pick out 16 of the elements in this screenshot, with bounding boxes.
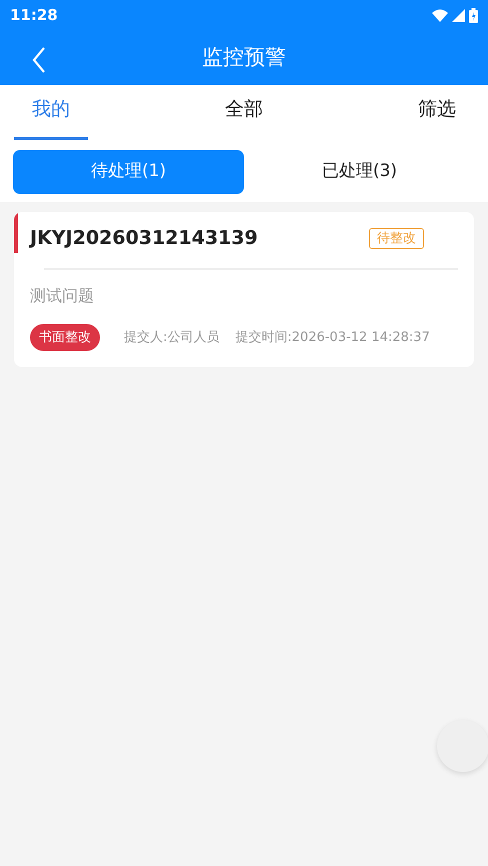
submitter-text: 提交人:公司人员 — [124, 328, 220, 346]
filter-tab[interactable]: 已处理(3) — [244, 150, 475, 194]
tab[interactable]: 全部 — [207, 84, 281, 140]
signal-icon — [452, 8, 465, 22]
submit-time: 提交时间:2026-03-12 14:28:37 — [235, 328, 430, 346]
clock: 11:28 — [10, 4, 58, 26]
filter-tab[interactable]: 待处理(1) — [13, 150, 244, 194]
item-code: JKYJ20260312143139 — [30, 226, 258, 251]
type-tag: 书面整改 — [30, 324, 100, 351]
item-card[interactable]: JKYJ20260312143139 待整改 测试问题 书面整改 提交人:公司人员 提交时间:2026-03-12 14:28:37 — [14, 212, 474, 367]
tab[interactable]: 筛选 — [400, 84, 474, 140]
status-badge: 待整改 — [369, 228, 424, 249]
item-description: 测试问题 — [29, 284, 95, 306]
battery-icon — [469, 8, 478, 22]
page-title: 监控预警 — [202, 44, 286, 71]
wifi-icon — [432, 8, 448, 22]
